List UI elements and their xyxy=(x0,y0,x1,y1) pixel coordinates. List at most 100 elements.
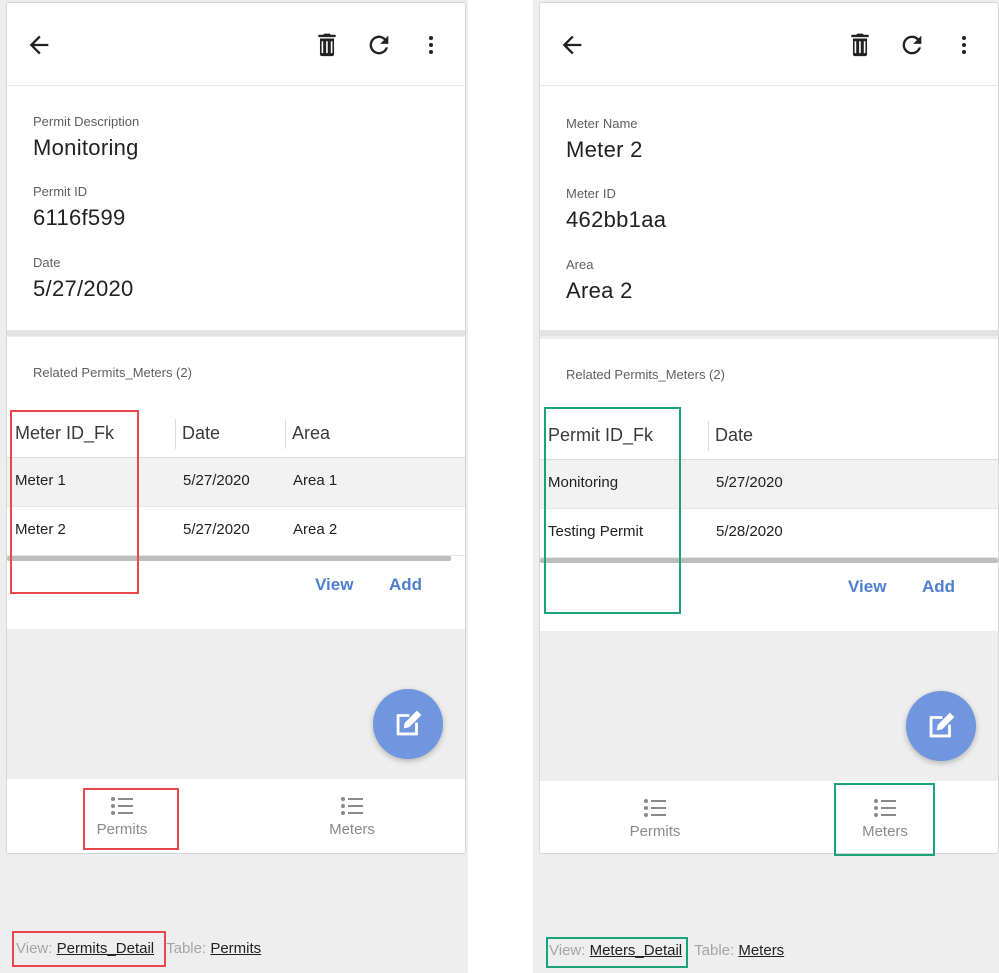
app-card: Meter Name Meter 2 Meter ID 462bb1aa Are… xyxy=(539,2,999,854)
field-value: Monitoring xyxy=(33,135,139,160)
field-value: Area 2 xyxy=(566,278,633,303)
horizontal-scrollbar[interactable] xyxy=(7,556,451,561)
table-header: Meter ID_Fk Date Area xyxy=(7,411,465,458)
more-vert-icon xyxy=(962,36,966,54)
table-cell: 5/27/2020 xyxy=(183,472,250,489)
table-cell: 5/28/2020 xyxy=(716,523,783,540)
add-button[interactable]: Add xyxy=(389,575,422,595)
field-permit-id: Permit ID 6116f599 xyxy=(33,184,126,231)
trash-icon xyxy=(851,33,869,57)
table-cell: Area 2 xyxy=(293,521,338,538)
detail-section: Permit Description Monitoring Permit ID … xyxy=(7,86,465,336)
app-bar xyxy=(540,3,998,86)
field-label: Permit ID xyxy=(33,184,88,199)
table-prefix: Table: xyxy=(166,940,207,957)
table-cell: Area 1 xyxy=(293,472,338,489)
related-section: Related Permits_Meters (2) Permit ID_Fk … xyxy=(540,339,998,631)
table-cell: Monitoring xyxy=(548,474,619,491)
refresh-icon xyxy=(902,35,922,55)
back-arrow-icon xyxy=(562,35,582,55)
edit-icon xyxy=(929,712,955,738)
view-name-link[interactable]: Permits_Detail xyxy=(57,940,155,957)
trash-icon xyxy=(318,33,336,57)
list-icon xyxy=(874,799,896,817)
edit-fab-button[interactable] xyxy=(906,691,976,761)
nav-item-permits[interactable]: Permits xyxy=(540,781,770,853)
refresh-button[interactable] xyxy=(894,27,930,63)
meters-detail-screenshot: Meter Name Meter 2 Meter ID 462bb1aa Are… xyxy=(533,0,999,973)
column-divider xyxy=(175,419,176,449)
table-cell: Meter 2 xyxy=(15,521,66,538)
bottom-navigation: Permits Meters xyxy=(7,779,465,853)
field-area: Area Area 2 xyxy=(566,257,633,304)
view-prefix: View: xyxy=(549,942,586,959)
field-label: Permit Description xyxy=(33,114,140,129)
column-header-date[interactable]: Date xyxy=(182,423,220,444)
nav-item-permits[interactable]: Permits xyxy=(7,779,237,853)
field-meter-id: Meter ID 462bb1aa xyxy=(566,186,666,233)
nav-item-meters[interactable]: Meters xyxy=(237,779,465,853)
table-row[interactable]: Meter 1 5/27/2020 Area 1 xyxy=(7,458,465,507)
table-cell: 5/27/2020 xyxy=(183,521,250,538)
table-name-link[interactable]: Permits xyxy=(210,940,261,957)
back-arrow-icon xyxy=(29,35,49,55)
edit-fab-button[interactable] xyxy=(373,689,443,759)
field-meter-name: Meter Name Meter 2 xyxy=(566,116,643,163)
more-options-button[interactable] xyxy=(946,27,982,63)
nav-label: Permits xyxy=(629,823,681,840)
table-row[interactable]: Testing Permit 5/28/2020 xyxy=(540,509,998,558)
field-label: Date xyxy=(33,255,61,270)
column-header-area[interactable]: Area xyxy=(292,423,330,444)
list-icon xyxy=(644,799,666,817)
nav-label: Meters xyxy=(862,823,908,840)
table-row[interactable]: Monitoring 5/27/2020 xyxy=(540,460,998,509)
delete-button[interactable] xyxy=(842,27,878,63)
more-vert-icon xyxy=(429,36,433,54)
view-button[interactable]: View xyxy=(315,575,353,595)
table-prefix: Table: xyxy=(694,942,735,959)
app-card: Permit Description Monitoring Permit ID … xyxy=(6,2,466,854)
table-header: Permit ID_Fk Date xyxy=(540,413,998,460)
field-value: 5/27/2020 xyxy=(33,276,134,301)
field-value: Meter 2 xyxy=(566,137,643,162)
field-label: Meter ID xyxy=(566,186,616,201)
delete-button[interactable] xyxy=(309,27,345,63)
table-row[interactable]: Meter 2 5/27/2020 Area 2 xyxy=(7,507,465,556)
view-table-footer: View: Meters_Detail Table: Meters xyxy=(549,942,784,959)
list-icon xyxy=(341,797,363,815)
field-label: Area xyxy=(566,257,594,272)
bottom-navigation: Permits Meters xyxy=(540,781,998,853)
nav-label: Meters xyxy=(329,821,375,838)
view-table-footer: View: Permits_Detail Table: Permits xyxy=(16,940,261,957)
column-header-date[interactable]: Date xyxy=(715,425,753,446)
horizontal-scrollbar[interactable] xyxy=(540,558,998,563)
detail-section: Meter Name Meter 2 Meter ID 462bb1aa Are… xyxy=(540,86,998,336)
column-divider xyxy=(285,419,286,449)
nav-label: Permits xyxy=(96,821,148,838)
back-button[interactable] xyxy=(554,27,590,63)
list-icon xyxy=(111,797,133,815)
add-button[interactable]: Add xyxy=(922,577,955,597)
more-options-button[interactable] xyxy=(413,27,449,63)
view-prefix: View: xyxy=(16,940,53,957)
nav-item-meters[interactable]: Meters xyxy=(770,781,998,853)
related-title: Related Permits_Meters (2) xyxy=(566,367,725,382)
view-button[interactable]: View xyxy=(848,577,886,597)
table-cell: Testing Permit xyxy=(548,523,644,540)
permits-detail-screenshot: Permit Description Monitoring Permit ID … xyxy=(0,0,468,973)
refresh-button[interactable] xyxy=(361,27,397,63)
column-header-permit-id-fk[interactable]: Permit ID_Fk xyxy=(548,425,653,446)
column-header-meter-id-fk[interactable]: Meter ID_Fk xyxy=(15,423,114,444)
table-cell: 5/27/2020 xyxy=(716,474,783,491)
field-date: Date 5/27/2020 xyxy=(33,255,134,302)
field-permit-description: Permit Description Monitoring xyxy=(33,114,139,161)
related-title: Related Permits_Meters (2) xyxy=(33,365,192,380)
field-value: 6116f599 xyxy=(33,205,126,230)
view-name-link[interactable]: Meters_Detail xyxy=(590,942,683,959)
field-value: 462bb1aa xyxy=(566,207,667,232)
table-name-link[interactable]: Meters xyxy=(738,942,784,959)
app-bar xyxy=(7,3,465,86)
related-section: Related Permits_Meters (2) Meter ID_Fk D… xyxy=(7,337,465,629)
back-button[interactable] xyxy=(21,27,57,63)
field-label: Meter Name xyxy=(566,116,638,131)
